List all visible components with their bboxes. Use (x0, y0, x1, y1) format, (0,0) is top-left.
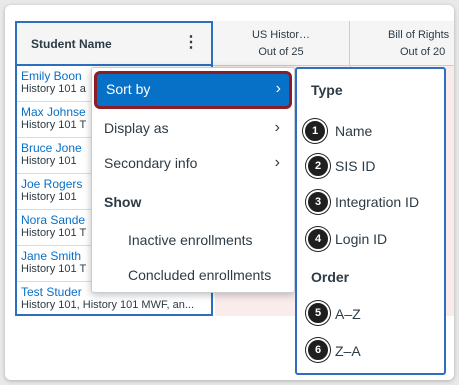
display-as-label: Display as (104, 120, 169, 136)
student-section: History 101 T (21, 263, 87, 275)
student-section: History 101 (21, 155, 77, 167)
assignment-points: Out of 20 (400, 46, 446, 58)
callout-badge: 5 (306, 301, 330, 325)
student-name-header-label: Student Name (31, 37, 112, 51)
chevron-right-icon: › (274, 119, 280, 136)
show-heading: Show (104, 194, 142, 210)
assignment-column-header[interactable]: Bill of Rights Out of 20 (350, 21, 454, 66)
sort-option-integration-id[interactable]: Integration ID (335, 194, 419, 210)
secondary-info-menu-item[interactable]: Secondary info › (98, 147, 288, 181)
inactive-enrollments-option[interactable]: Inactive enrollments (128, 232, 253, 248)
assignment-column-header[interactable]: US Histor… Out of 25 (213, 21, 350, 66)
callout-badge: 6 (306, 338, 330, 362)
assignment-points: Out of 25 (258, 46, 304, 58)
callout-badge: 4 (306, 227, 330, 251)
column-options-menu: Sort by › Display as › Secondary info › … (91, 67, 295, 293)
student-name-link[interactable]: Nora Sande (21, 213, 85, 227)
sort-by-label: Sort by (106, 81, 151, 97)
callout-badge: 1 (303, 119, 327, 143)
callout-badge: 2 (306, 154, 330, 178)
student-name-link[interactable]: Max Johnse (21, 105, 86, 119)
student-name-link[interactable]: Bruce Jone (21, 141, 82, 155)
sort-option-name[interactable]: Name (335, 123, 372, 139)
kebab-menu-icon[interactable]: ⋮ (183, 32, 199, 54)
student-name-link[interactable]: Emily Boon (21, 69, 82, 83)
chevron-right-icon: › (275, 80, 281, 97)
sort-by-submenu: Type 1 Name 2 SIS ID 3 Integration ID 4 … (295, 67, 446, 375)
student-name-link[interactable]: Joe Rogers (21, 177, 82, 191)
sort-by-menu-item[interactable]: Sort by › (94, 71, 292, 109)
concluded-enrollments-option[interactable]: Concluded enrollments (128, 267, 271, 283)
sort-option-z-a[interactable]: Z–A (335, 343, 361, 359)
student-section: History 101 (21, 191, 77, 203)
assignment-title: Bill of Rights (388, 29, 450, 41)
sort-option-sis-id[interactable]: SIS ID (335, 158, 375, 174)
type-heading: Type (311, 82, 343, 98)
secondary-info-label: Secondary info (104, 155, 198, 171)
order-heading: Order (311, 269, 350, 285)
sort-option-a-z[interactable]: A–Z (335, 306, 361, 322)
student-section: History 101, History 101 MWF, an... (21, 299, 194, 311)
callout-badge: 3 (306, 190, 330, 214)
assignment-title: US Histor… (251, 29, 311, 41)
display-as-menu-item[interactable]: Display as › (98, 112, 288, 146)
sort-option-login-id[interactable]: Login ID (335, 231, 387, 247)
student-section: History 101 T (21, 119, 87, 131)
student-name-column-header[interactable]: Student Name ⋮ (15, 21, 213, 66)
student-section: History 101 a (21, 83, 86, 95)
student-name-link[interactable]: Jane Smith (21, 249, 81, 263)
chevron-right-icon: › (274, 154, 280, 171)
student-section: History 101 T (21, 227, 87, 239)
gradebook-frame: Student Name ⋮ US Histor… Out of 25 Bill… (5, 5, 454, 380)
student-name-link[interactable]: Test Studer (21, 285, 82, 299)
